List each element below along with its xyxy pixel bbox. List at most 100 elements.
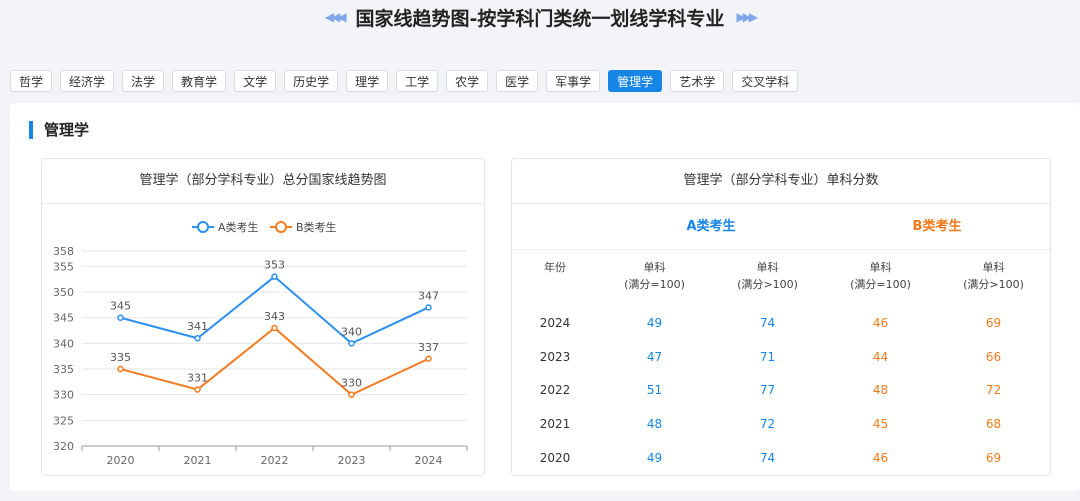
- data-point: [348, 391, 355, 398]
- content-panel: 管理学 管理学（部分学科专业）总分国家线趋势图 320 325 330 335 340 3…: [10, 103, 1080, 491]
- tab-6[interactable]: 理学: [346, 70, 389, 92]
- data-point: [425, 304, 432, 311]
- legend-label: B类考生: [296, 220, 337, 234]
- data-point: [117, 314, 124, 321]
- trend-chart-card: 管理学（部分学科专业）总分国家线趋势图 320 325 330 335 340 345 35…: [41, 158, 485, 476]
- score-cell: 69: [985, 316, 1002, 330]
- x-tick-label: 2023: [338, 454, 366, 467]
- column-header-line2: (满分>100): [963, 278, 1024, 291]
- table-title: 管理学（部分学科专业）单科分数: [512, 159, 1050, 204]
- data-point: [348, 340, 355, 347]
- series-line: [120, 326, 429, 396]
- data-label: 331: [187, 372, 208, 385]
- tab-8[interactable]: 农学: [446, 70, 489, 92]
- score-cell: 46: [872, 451, 889, 465]
- score-cell: 68: [985, 417, 1002, 431]
- single-subject-table-card: 管理学（部分学科专业）单科分数 A类考生 B类考生 年份 单科 (满分=100) 单科…: [511, 158, 1051, 476]
- x-tick-label: 2020: [107, 454, 135, 467]
- year-cell: 2021: [539, 417, 571, 431]
- group-a-label: A类考生: [686, 219, 736, 234]
- y-tick-label: 350: [53, 286, 74, 299]
- score-cell: 72: [759, 417, 776, 431]
- tab-2[interactable]: 法学: [122, 70, 165, 92]
- section-title: 管理学: [44, 121, 90, 139]
- column-header-line2: (满分>100): [737, 278, 798, 291]
- y-tick-label: 355: [53, 260, 74, 273]
- legend-marker: [197, 221, 209, 233]
- y-tick-label: 340: [53, 337, 74, 350]
- y-tick-label: 325: [53, 414, 74, 427]
- score-cell: 44: [872, 350, 889, 364]
- score-cell: 71: [759, 350, 776, 364]
- score-cell: 69: [985, 451, 1002, 465]
- data-label: 340: [341, 325, 362, 338]
- score-cell: 74: [759, 451, 776, 465]
- score-cell: 51: [646, 383, 663, 397]
- tab-3[interactable]: 教育学: [172, 70, 227, 92]
- data-point: [194, 334, 201, 342]
- x-tick-label: 2021: [184, 454, 212, 467]
- tab-13[interactable]: 交叉学科: [732, 70, 799, 92]
- tab-10[interactable]: 军事学: [546, 70, 601, 92]
- score-cell: 72: [985, 383, 1002, 397]
- header: ◀◀◀ 国家线趋势图-按学科门类统一划线学科专业 ▶▶▶: [0, 0, 1080, 34]
- score-cell: 77: [759, 383, 776, 397]
- group-header-row: A类考生 B类考生: [512, 204, 1050, 250]
- y-tick-label: 335: [53, 363, 74, 376]
- column-header-line1: 单科: [982, 261, 1005, 274]
- page-title: 国家线趋势图-按学科门类统一划线学科专业: [355, 7, 725, 30]
- tab-1[interactable]: 经济学: [60, 70, 115, 92]
- data-label: 337: [418, 341, 439, 354]
- chart-title: 管理学（部分学科专业）总分国家线趋势图: [42, 159, 484, 204]
- tab-11[interactable]: 管理学: [608, 70, 663, 92]
- column-header: 单科 (满分>100): [711, 259, 824, 293]
- y-tick-label: 330: [53, 389, 74, 402]
- data-point: [271, 324, 278, 332]
- data-point: [117, 365, 124, 373]
- data-point: [425, 355, 432, 363]
- data-label: 335: [110, 351, 131, 364]
- tab-9[interactable]: 医学: [496, 70, 539, 92]
- y-tick-label: 358: [53, 245, 74, 258]
- legend-marker: [275, 221, 287, 233]
- y-tick-label: 345: [53, 312, 74, 325]
- discipline-tabs: 哲学 经济学 法学 教育学 文学 历史学 理学 工学 农学 医学 军事学 管理学 艺术学 交叉学科: [10, 70, 799, 92]
- tab-4[interactable]: 文学: [234, 70, 277, 92]
- column-header-line2: (满分=100): [624, 278, 685, 291]
- tab-0[interactable]: 哲学: [10, 70, 53, 92]
- column-header: 单科 (满分>100): [937, 259, 1050, 293]
- column-header-line1: 单科: [756, 261, 779, 274]
- data-point: [194, 386, 201, 393]
- data-label: 345: [110, 300, 131, 313]
- score-cell: 45: [872, 417, 889, 431]
- data-label: 330: [341, 377, 362, 390]
- legend-label: A类考生: [218, 220, 259, 234]
- score-cell: 49: [646, 451, 663, 465]
- section-accent-bar: [29, 121, 33, 139]
- tab-5[interactable]: 历史学: [284, 70, 339, 92]
- tab-12[interactable]: 艺术学: [670, 70, 725, 92]
- score-cell: 66: [985, 350, 1002, 364]
- column-header: 单科 (满分=100): [824, 259, 937, 293]
- year-header: 年份: [544, 261, 566, 274]
- trend-line-chart: 320 325 330 335 340 345 350 355 358 2020 2021 2022 2…: [53, 220, 468, 467]
- year-cell: 2022: [539, 383, 571, 397]
- score-cell: 48: [872, 383, 889, 397]
- data-label: 341: [187, 320, 208, 333]
- column-header-line1: 单科: [643, 261, 666, 274]
- score-cell: 74: [759, 316, 776, 330]
- data-label: 347: [418, 289, 439, 302]
- data-point: [271, 273, 278, 280]
- right-arrows-icon: ▶▶▶: [736, 10, 758, 24]
- column-header-line1: 单科: [869, 261, 892, 274]
- score-cell: 49: [646, 316, 663, 330]
- data-label: 353: [264, 259, 285, 272]
- column-header-line2: (满分=100): [850, 278, 911, 291]
- year-cell: 2023: [539, 350, 571, 364]
- data-label: 343: [264, 310, 285, 323]
- year-cell: 2020: [539, 451, 571, 465]
- score-cell: 46: [872, 316, 889, 330]
- tab-7[interactable]: 工学: [396, 70, 439, 92]
- x-tick-label: 2024: [415, 454, 443, 467]
- year-cell: 2024: [539, 316, 571, 330]
